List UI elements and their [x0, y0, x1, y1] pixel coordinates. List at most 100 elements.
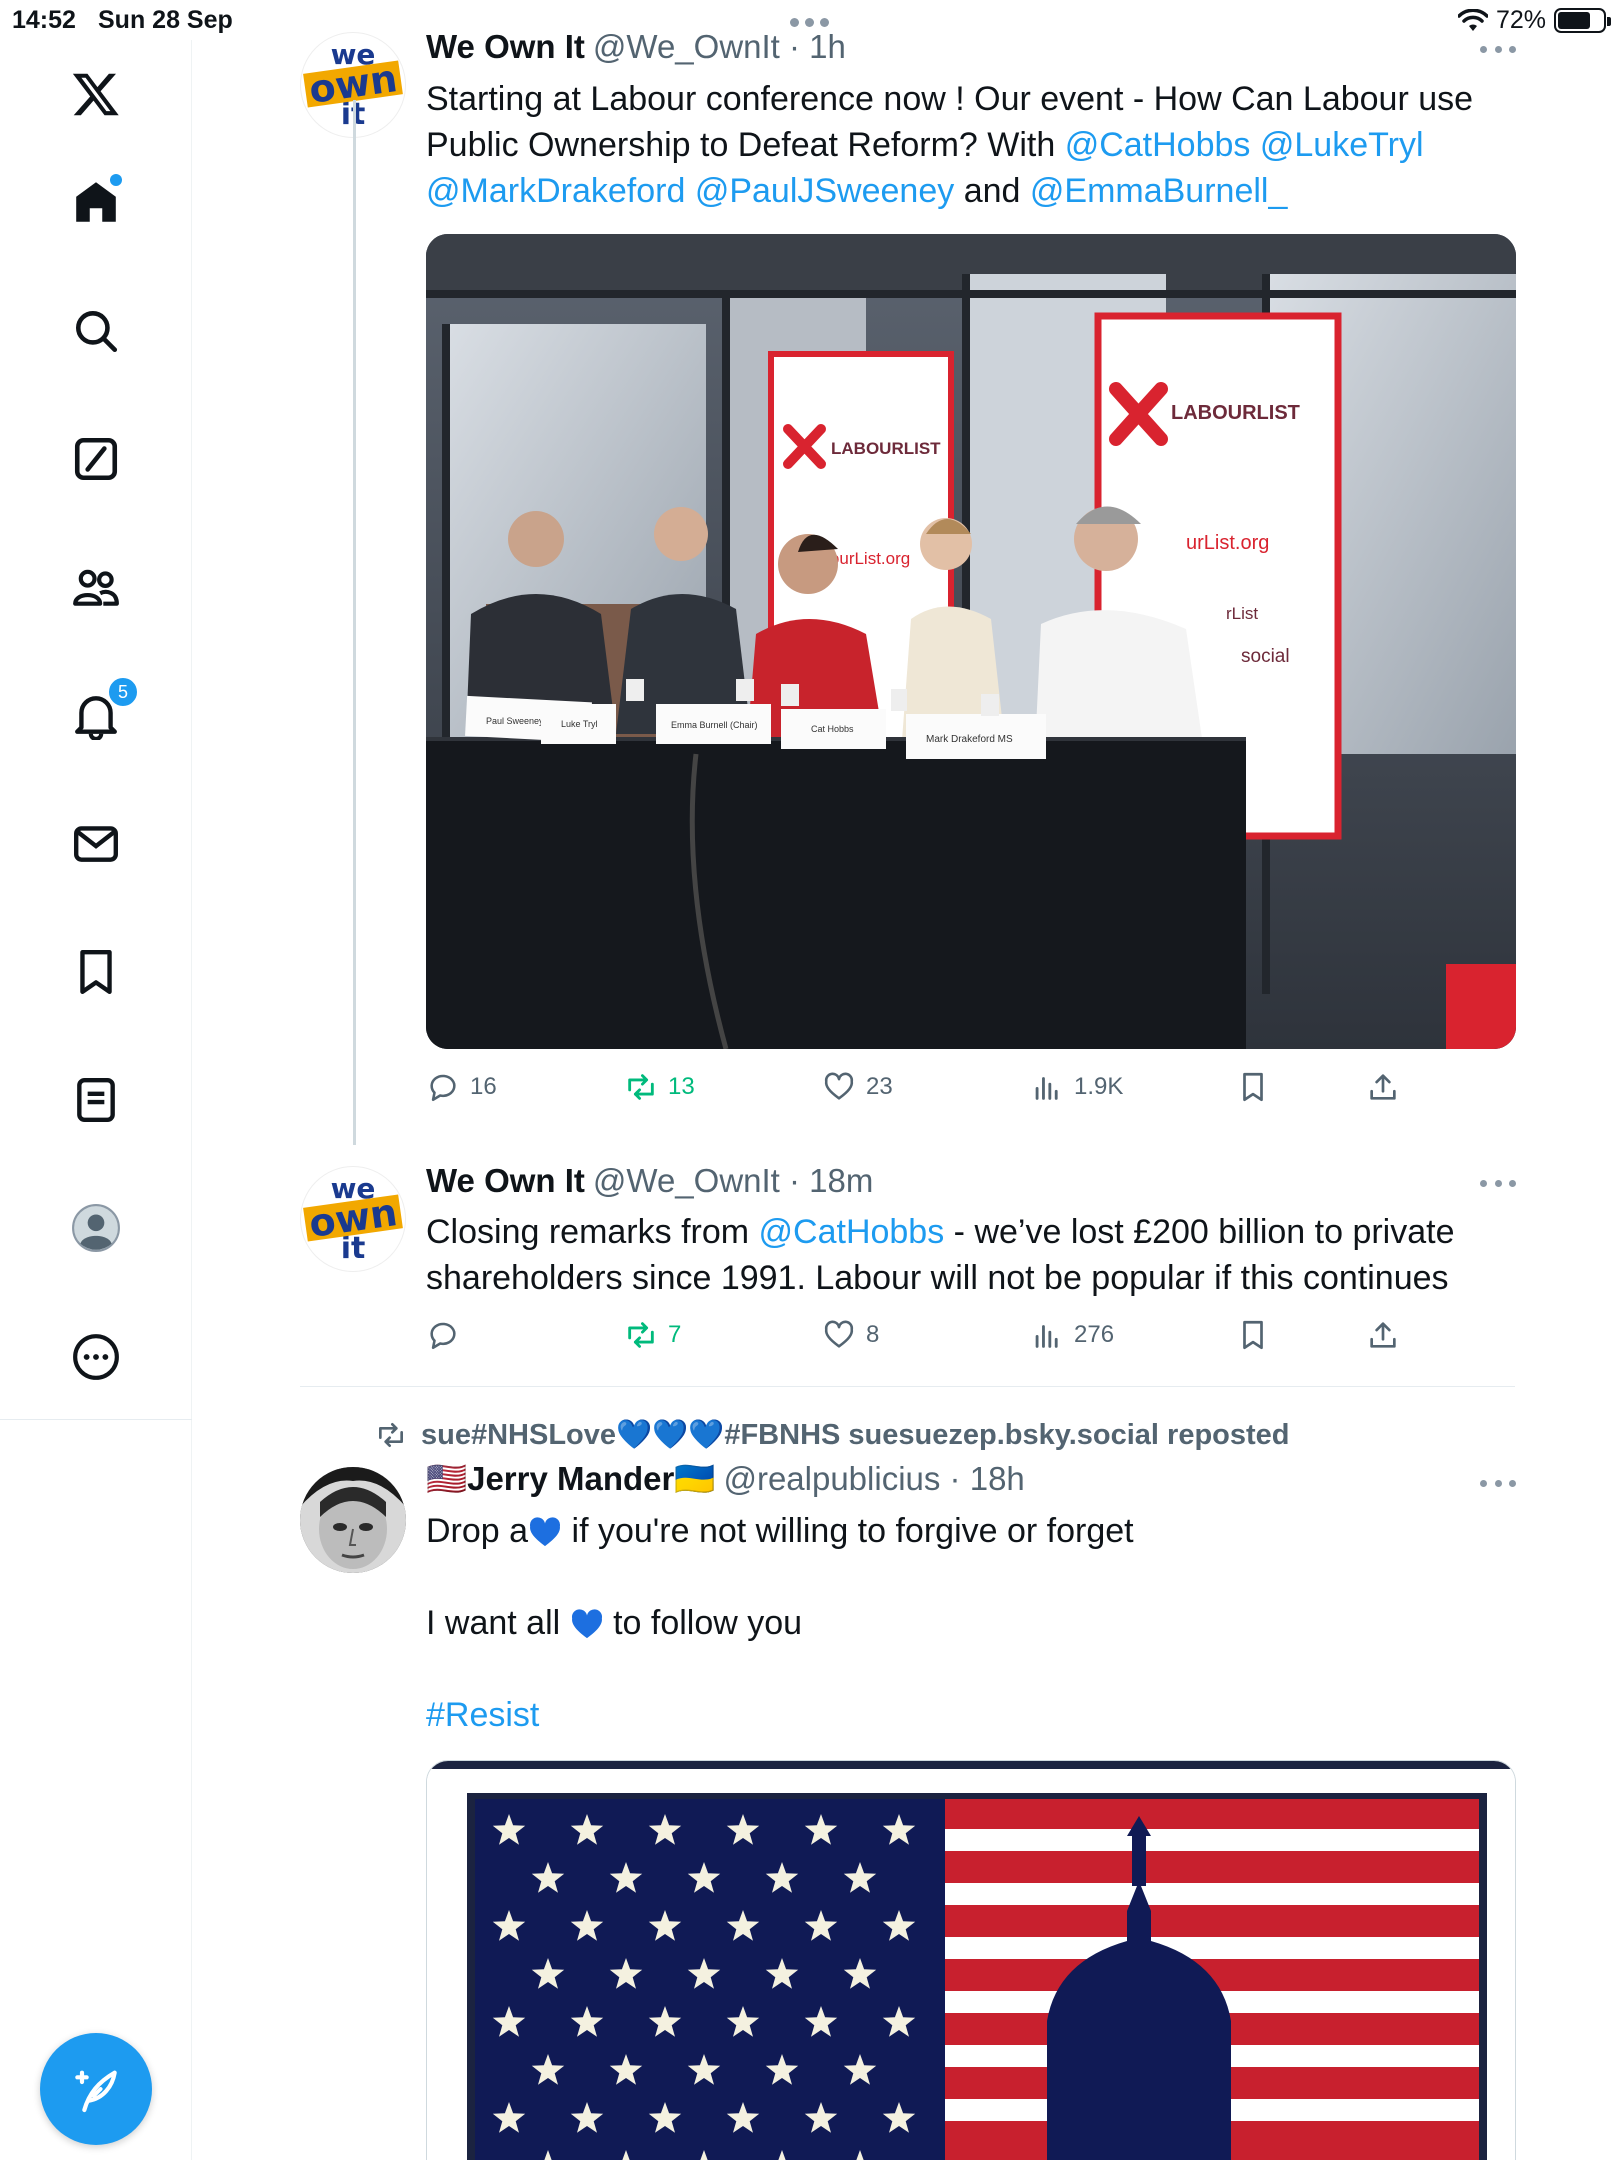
author-handle[interactable]: @We_OwnIt · 1h	[593, 28, 846, 65]
mention-link[interactable]: @MarkDrakeford	[426, 172, 685, 210]
repost-button[interactable]: 7	[624, 1318, 681, 1352]
analytics-icon	[1035, 1077, 1058, 1100]
view-count: 1.9K	[1074, 1073, 1124, 1100]
mention-link[interactable]: @CatHobbs	[759, 1213, 945, 1251]
repost-attribution-text: sue#NHSLove💙💙💙#FBNHS suesuezep.bsky.soci…	[421, 1419, 1290, 1451]
tweet-actions: 16 13 23 1.9K	[426, 1070, 1426, 1110]
status-date: Sun 28 Sep	[98, 6, 233, 34]
share-button[interactable]	[1366, 1070, 1400, 1104]
author-handle[interactable]: @realpublicius · 18h	[723, 1460, 1024, 1497]
bookmark-icon	[1243, 1320, 1263, 1350]
avatar-logo-text: own	[302, 1190, 404, 1246]
share-icon	[1370, 1074, 1396, 1100]
avatar[interactable]	[300, 1467, 406, 1573]
bookmark-button[interactable]	[1236, 1318, 1270, 1352]
repost-icon	[379, 1423, 403, 1447]
views-button[interactable]: 1.9K	[1030, 1070, 1123, 1104]
avatar[interactable]: we own it	[300, 1166, 406, 1272]
bookmark-button[interactable]	[1236, 1070, 1270, 1104]
reply-button[interactable]: 16	[426, 1070, 497, 1104]
like-count: 23	[866, 1073, 893, 1100]
tweet-text: Drop a if you're not willing to forgive …	[426, 1508, 1496, 1738]
banner-text: rList	[1226, 604, 1258, 623]
sidebar-item-messages[interactable]	[64, 812, 128, 876]
profile-icon	[72, 1204, 120, 1252]
tweet-divider	[300, 1386, 1515, 1387]
compose-post-button[interactable]	[40, 2033, 152, 2145]
x-logo-link[interactable]	[64, 62, 128, 126]
view-count: 276	[1074, 1321, 1115, 1348]
nameplate-text: Mark Drakeford MS	[926, 734, 1013, 745]
share-icon	[1370, 1322, 1396, 1348]
panel-event-photo: LABOURLIST LABOURLIST abourList.org urLi…	[426, 234, 1516, 1049]
tweet-more-button[interactable]	[1480, 1478, 1516, 1488]
heart-outline-icon	[824, 1072, 854, 1100]
tweet-more-button[interactable]	[1480, 44, 1516, 54]
repost-icon	[628, 1074, 654, 1100]
reply-count: 16	[470, 1073, 497, 1100]
avatar-portrait	[300, 1467, 406, 1573]
tweet-header: We Own It @We_OwnIt · 1h	[426, 28, 846, 66]
author-name[interactable]: We Own It	[426, 28, 585, 65]
mention-link[interactable]: @LukeTryl	[1260, 126, 1424, 164]
sidebar-item-notifications[interactable]: 5	[64, 675, 140, 747]
repost-icon	[628, 1322, 654, 1348]
tweet-text: Starting at Labour conference now ! Our …	[426, 76, 1496, 214]
mention-link[interactable]: @CatHobbs	[1065, 126, 1251, 164]
sidebar-item-lists[interactable]	[64, 1068, 128, 1132]
flag-capitol-image	[427, 1761, 1515, 2160]
author-handle[interactable]: @We_OwnIt · 18m	[593, 1162, 873, 1199]
banner-text: social	[1241, 646, 1290, 667]
mention-link[interactable]: @EmmaBurnell_	[1030, 172, 1288, 210]
like-button[interactable]: 23	[822, 1070, 893, 1104]
sidebar-item-communities[interactable]	[64, 555, 128, 619]
author-name[interactable]: Jerry Mander	[467, 1460, 674, 1497]
views-button[interactable]: 276	[1030, 1318, 1114, 1352]
list-icon	[77, 1078, 115, 1122]
repost-button[interactable]: 13	[624, 1070, 695, 1104]
tweet-text-segment: and	[954, 172, 1030, 210]
status-time: 14:52	[12, 6, 76, 34]
blue-heart-emoji	[530, 1517, 561, 1547]
tweet-text-segment: if you're not willing to forgive or forg…	[562, 1512, 1134, 1550]
sidebar: 5	[0, 40, 192, 2160]
compose-feather-icon	[75, 2070, 117, 2113]
battery-icon	[1554, 8, 1611, 33]
share-button[interactable]	[1366, 1318, 1400, 1352]
tweet-photo[interactable]: LABOURLIST LABOURLIST abourList.org urLi…	[426, 234, 1516, 1049]
tweet-text: Closing remarks from @CatHobbs - we’ve l…	[426, 1209, 1496, 1301]
x-logo-icon	[72, 73, 119, 116]
nameplate-text: Cat Hobbs	[811, 724, 854, 734]
tweet-actions: 7 8 276	[426, 1318, 1426, 1358]
repost-attribution[interactable]: sue#NHSLove💙💙💙#FBNHS suesuezep.bsky.soci…	[375, 1418, 1290, 1452]
reply-icon	[430, 1322, 456, 1350]
more-icon	[73, 1334, 119, 1380]
sidebar-item-more[interactable]	[64, 1325, 128, 1389]
sidebar-item-explore[interactable]	[64, 299, 128, 363]
tweet-text-segment: I want all	[426, 1604, 570, 1642]
repost-count: 13	[668, 1073, 695, 1100]
tweet-text-segment: Drop a	[426, 1512, 529, 1550]
hashtag-link[interactable]: #Resist	[426, 1696, 539, 1734]
flag-ua-emoji: 🇺🇦	[674, 1460, 716, 1497]
banner-brand-text: LABOURLIST	[831, 439, 941, 458]
like-button[interactable]: 8	[822, 1318, 879, 1352]
sidebar-item-profile[interactable]	[64, 1196, 128, 1260]
author-name[interactable]: We Own It	[426, 1162, 585, 1199]
banner-url-text: urList.org	[1186, 532, 1269, 554]
analytics-icon	[1035, 1325, 1058, 1348]
sidebar-item-bookmarks[interactable]	[64, 940, 128, 1004]
sidebar-item-grok[interactable]	[64, 427, 128, 491]
reply-button[interactable]	[426, 1318, 470, 1352]
heart-outline-icon	[824, 1320, 854, 1348]
tweet-more-button[interactable]	[1480, 1178, 1516, 1188]
grok-icon	[74, 437, 118, 481]
timeline: we own it We Own It@We_OwnIt · 1h Starti…	[300, 0, 1516, 2160]
tweet-header: 🇺🇸Jerry Mander🇺🇦 @realpublicius · 18h	[426, 1460, 1025, 1499]
bookmark-icon	[80, 950, 112, 994]
search-icon	[76, 311, 118, 353]
mention-link[interactable]: @PaulJSweeney	[695, 172, 954, 210]
tweet-photo[interactable]	[426, 1760, 1516, 2160]
nameplate-text: Luke Tryl	[561, 719, 598, 729]
sidebar-item-home[interactable]	[64, 170, 128, 234]
